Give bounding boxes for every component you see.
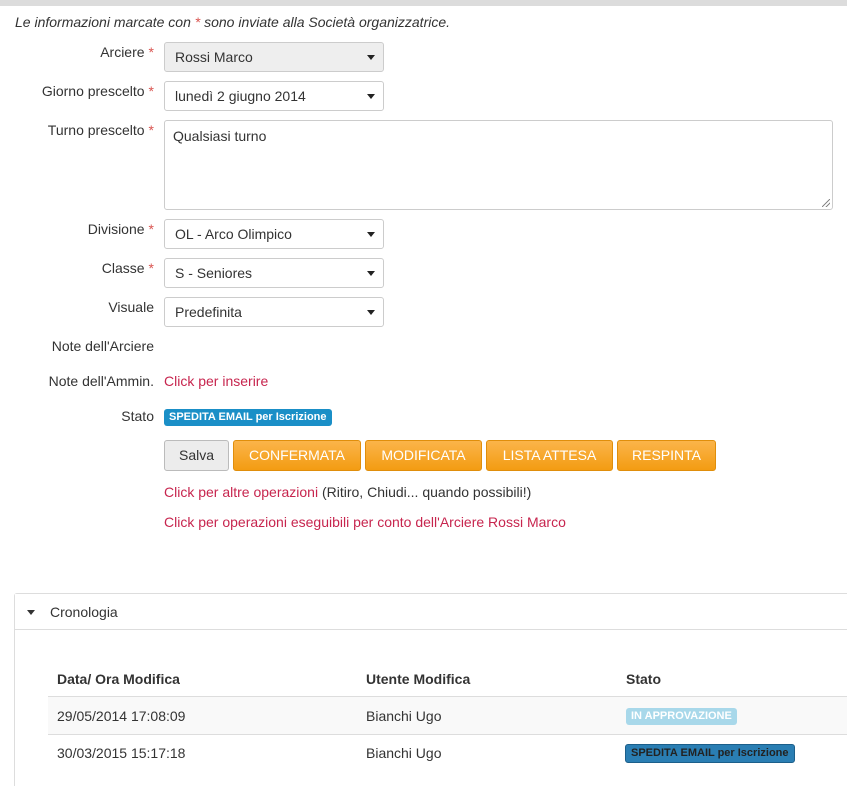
label-turno: Turno prescelto * bbox=[47, 122, 154, 138]
row1-status-badge: IN APPROVAZIONE bbox=[626, 708, 737, 725]
top-bar bbox=[0, 0, 847, 6]
label-note-arciere: Note dell'Arciere bbox=[51, 338, 154, 354]
label-giorno: Giorno prescelto * bbox=[41, 83, 154, 99]
label-divisione: Divisione * bbox=[87, 221, 154, 237]
divisione-value: OL - Arco Olimpico bbox=[175, 226, 292, 242]
label-classe: Classe * bbox=[101, 260, 154, 276]
chevron-down-icon bbox=[367, 94, 375, 99]
caret-down-icon bbox=[27, 610, 35, 615]
label-note-ammin: Note dell'Ammin. bbox=[48, 373, 154, 389]
divisione-select[interactable]: OL - Arco Olimpico bbox=[164, 219, 384, 249]
cronologia-header[interactable]: Cronologia bbox=[15, 594, 847, 630]
giorno-value: lunedì 2 giugno 2014 bbox=[175, 88, 306, 104]
header-stato: Stato bbox=[626, 671, 661, 687]
giorno-select[interactable]: lunedì 2 giugno 2014 bbox=[164, 81, 384, 111]
altre-operazioni-line: Click per altre operazioni (Ritiro, Chiu… bbox=[164, 484, 531, 500]
chevron-down-icon bbox=[367, 55, 375, 60]
header-utente: Utente Modifica bbox=[366, 671, 471, 687]
row1-utente: Bianchi Ugo bbox=[366, 708, 442, 724]
row1-data: 29/05/2014 17:08:09 bbox=[57, 708, 186, 724]
turno-textarea[interactable]: Qualsiasi turno bbox=[164, 120, 833, 210]
row2-data: 30/03/2015 15:17:18 bbox=[57, 745, 186, 761]
altre-operazioni-note: (Ritiro, Chiudi... quando possibili!) bbox=[318, 484, 532, 500]
save-button[interactable]: Salva bbox=[164, 440, 229, 471]
intro-note: Le informazioni marcate con * sono invia… bbox=[15, 14, 450, 30]
chevron-down-icon bbox=[367, 232, 375, 237]
status-badge: SPEDITA EMAIL per Iscrizione bbox=[164, 409, 332, 426]
intro-text-before: Le informazioni marcate con bbox=[15, 14, 195, 30]
table-divider bbox=[48, 734, 847, 735]
visuale-select[interactable]: Predefinita bbox=[164, 297, 384, 327]
arciere-value: Rossi Marco bbox=[175, 49, 253, 65]
label-visuale: Visuale bbox=[108, 299, 154, 315]
modificata-button[interactable]: MODIFICATA bbox=[365, 440, 482, 471]
intro-text-after: sono inviate alla Società organizzatrice… bbox=[200, 14, 451, 30]
chevron-down-icon bbox=[367, 310, 375, 315]
lista-attesa-button[interactable]: LISTA ATTESA bbox=[486, 440, 613, 471]
label-stato: Stato bbox=[121, 408, 154, 424]
classe-value: S - Seniores bbox=[175, 265, 253, 281]
visuale-value: Predefinita bbox=[175, 304, 242, 320]
row2-status-badge: SPEDITA EMAIL per Iscrizione bbox=[625, 744, 795, 763]
label-arciere: Arciere * bbox=[100, 44, 154, 60]
resize-handle-icon[interactable] bbox=[822, 199, 830, 207]
classe-select[interactable]: S - Seniores bbox=[164, 258, 384, 288]
altre-operazioni-link[interactable]: Click per altre operazioni bbox=[164, 484, 318, 500]
respinta-button[interactable]: RESPINTA bbox=[617, 440, 716, 471]
row2-utente: Bianchi Ugo bbox=[366, 745, 442, 761]
confermata-button[interactable]: CONFERMATA bbox=[233, 440, 361, 471]
operazioni-conto-link[interactable]: Click per operazioni eseguibili per cont… bbox=[164, 514, 566, 530]
chevron-down-icon bbox=[367, 271, 375, 276]
cronologia-title: Cronologia bbox=[50, 604, 118, 620]
turno-value: Qualsiasi turno bbox=[173, 128, 267, 144]
arciere-select[interactable]: Rossi Marco bbox=[164, 42, 384, 72]
note-ammin-insert-link[interactable]: Click per inserire bbox=[164, 373, 268, 389]
header-data: Data/ Ora Modifica bbox=[57, 671, 180, 687]
